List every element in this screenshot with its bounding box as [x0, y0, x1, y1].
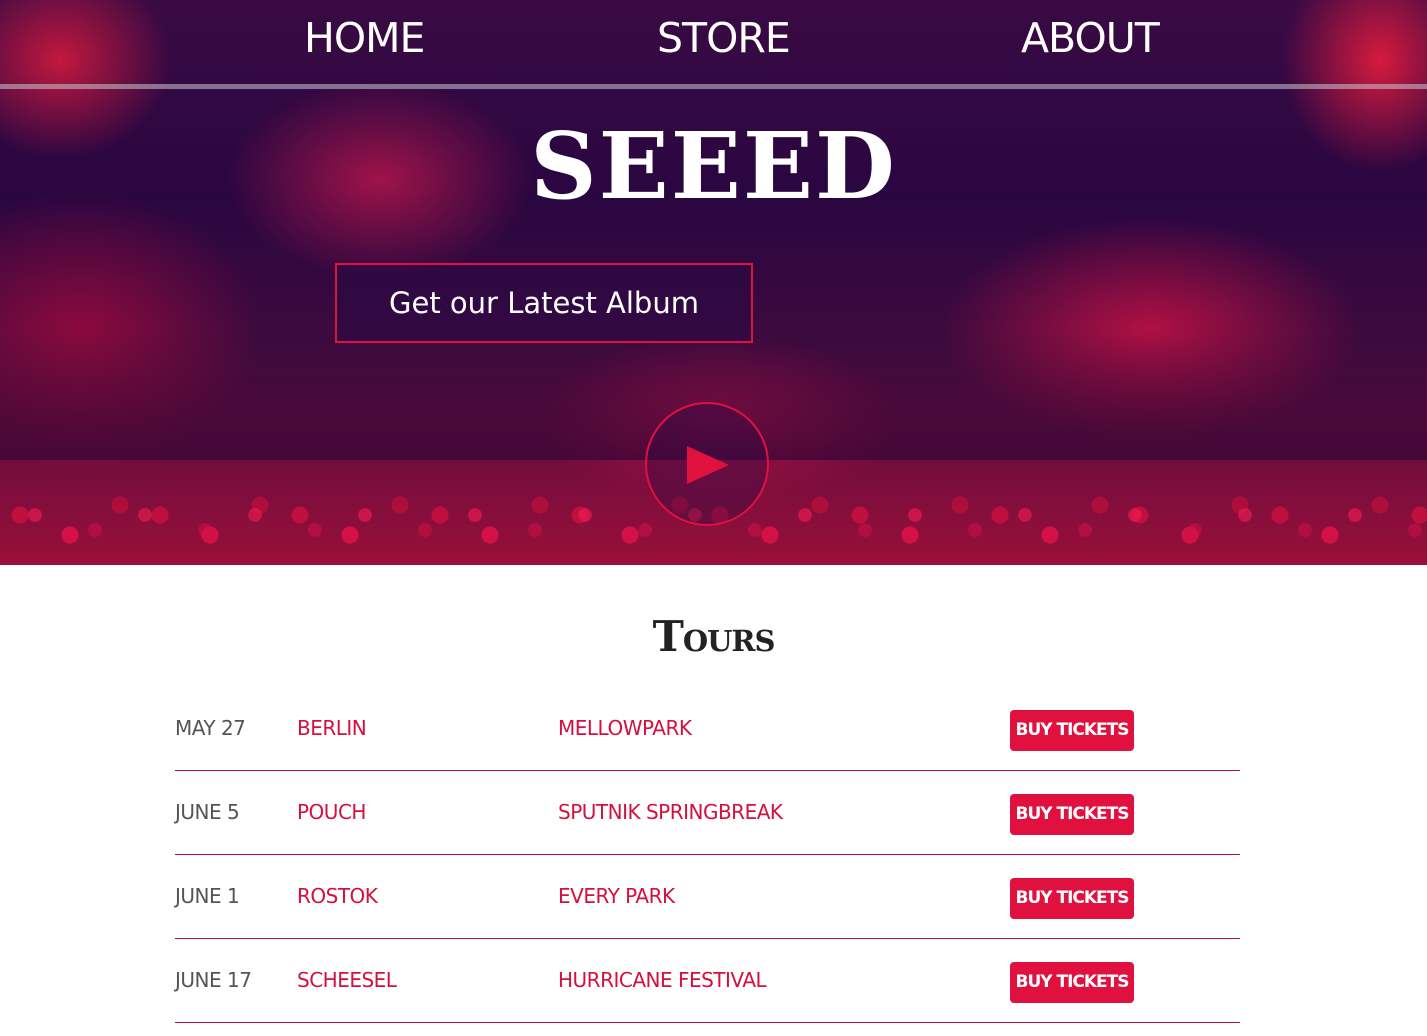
tour-row: JUNE 1 ROSTOK EVERY PARK BUY TICKETS: [175, 856, 1240, 939]
tour-row: MAY 27 BERLIN MELLOWPARK BUY TICKETS: [175, 688, 1240, 771]
tour-list: MAY 27 BERLIN MELLOWPARK BUY TICKETS JUN…: [175, 688, 1240, 1024]
nav-about-link[interactable]: ABOUT: [1021, 14, 1160, 62]
tour-venue: EVERY PARK: [558, 884, 675, 908]
tour-date: JUNE 1: [175, 884, 240, 908]
top-navigation: HOME STORE ABOUT: [0, 0, 1427, 89]
tour-date: MAY 27: [175, 716, 246, 740]
band-logo: SEEED: [530, 112, 897, 220]
buy-tickets-button[interactable]: BUY TICKETS: [1010, 794, 1134, 835]
tour-venue: MELLOWPARK: [558, 716, 692, 740]
latest-album-button[interactable]: Get our Latest Album: [335, 263, 753, 343]
tour-row: JUNE 5 POUCH SPUTNIK SPRINGBREAK BUY TIC…: [175, 772, 1240, 855]
buy-tickets-button[interactable]: BUY TICKETS: [1010, 710, 1134, 751]
tours-heading: Tours: [652, 612, 776, 661]
tour-city: POUCH: [297, 800, 366, 824]
tour-date: JUNE 17: [175, 968, 252, 992]
tour-venue: HURRICANE FESTIVAL: [558, 968, 767, 992]
tour-city: SCHEESEL: [297, 968, 397, 992]
tour-venue: SPUTNIK SPRINGBREAK: [558, 800, 783, 824]
play-icon: [687, 446, 729, 484]
play-video-button[interactable]: [645, 402, 769, 526]
hero-section: HOME STORE ABOUT SEEED Get our Latest Al…: [0, 0, 1427, 565]
nav-home-link[interactable]: HOME: [304, 14, 425, 62]
tour-city: ROSTOK: [297, 884, 378, 908]
tour-city: BERLIN: [297, 716, 367, 740]
buy-tickets-button[interactable]: BUY TICKETS: [1010, 878, 1134, 919]
tour-row: JUNE 17 SCHEESEL HURRICANE FESTIVAL BUY …: [175, 940, 1240, 1023]
tour-date: JUNE 5: [175, 800, 240, 824]
nav-store-link[interactable]: STORE: [657, 14, 791, 62]
buy-tickets-button[interactable]: BUY TICKETS: [1010, 962, 1134, 1003]
